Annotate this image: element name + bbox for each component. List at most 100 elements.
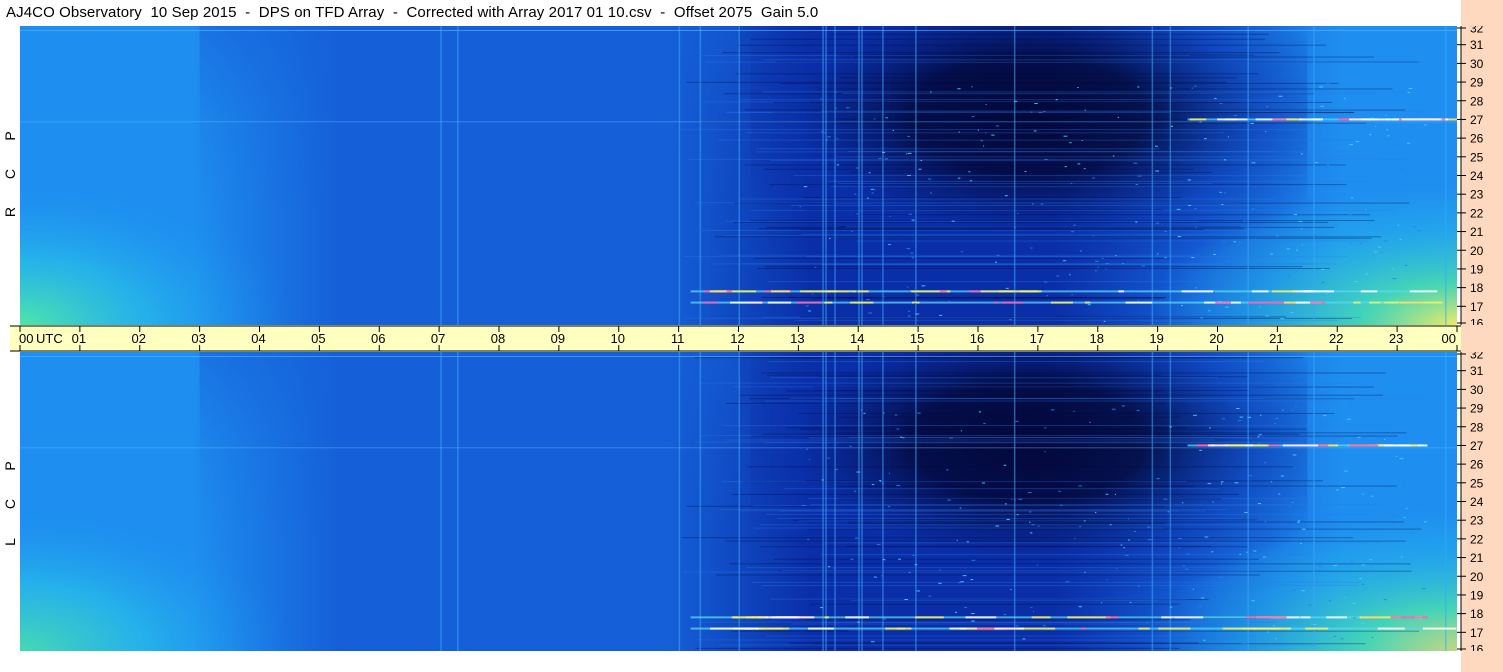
- lcp-speckle: [1236, 408, 1240, 410]
- utc-tick-label: 20: [1209, 331, 1223, 346]
- rcp-speckle: [835, 107, 838, 109]
- lcp-speckle: [1010, 589, 1012, 591]
- lcp-band-speck: [1390, 616, 1428, 619]
- rcp-speckle: [883, 296, 885, 298]
- rcp-speckle: [907, 152, 912, 154]
- bottom-strip: [0, 651, 1461, 672]
- lcp-speckle: [1036, 564, 1039, 566]
- rcp-mhz-tick-label: 22: [1470, 206, 1484, 220]
- rcp-speckle: [868, 312, 873, 314]
- rcp-speckle: [1219, 103, 1223, 105]
- lcp-speckle: [1003, 614, 1007, 616]
- rcp-speckle: [1122, 263, 1124, 265]
- rcp-speckle: [1381, 251, 1384, 253]
- lcp-mhz-tick-label: 24: [1470, 495, 1484, 509]
- rcp-speckle: [888, 244, 891, 246]
- rcp-speckle: [866, 197, 869, 199]
- rcp-speckle: [1034, 102, 1038, 104]
- lcp-interference-line: [699, 352, 702, 651]
- lcp-speckle: [1127, 518, 1129, 520]
- rcp-speckle: [1321, 268, 1325, 270]
- rcp-speckle: [907, 315, 911, 317]
- lcp-band-speck: [733, 627, 759, 630]
- lcp-speckle: [1347, 418, 1351, 420]
- rcp-speckle: [906, 286, 909, 288]
- lcp-speckle: [1297, 520, 1300, 522]
- lcp-speckle: [1328, 425, 1330, 427]
- lcp-upper-shade: [199, 352, 739, 539]
- rcp-speckle: [1195, 287, 1197, 289]
- rcp-interference-line: [738, 26, 740, 325]
- rcp-speckle: [1191, 257, 1195, 259]
- lcp-speckle: [1084, 571, 1086, 573]
- lcp-speckle: [1105, 493, 1109, 495]
- lcp-speckle: [1399, 458, 1404, 460]
- lcp-speckle: [1182, 565, 1185, 567]
- lcp-speckle: [1301, 528, 1306, 530]
- rcp-band-speck: [1401, 118, 1442, 121]
- lcp-speckle: [1297, 521, 1300, 523]
- rcp-speckle: [1290, 312, 1294, 314]
- rcp-speckle: [1359, 242, 1362, 244]
- rcp-speckle: [1117, 116, 1120, 118]
- lcp-stripe: [20, 447, 1457, 449]
- lcp-speckle: [1246, 551, 1248, 553]
- lcp-speckle: [1350, 490, 1354, 492]
- utc-tick-label: 12: [730, 331, 744, 346]
- rcp-speckle: [1217, 295, 1220, 297]
- rcp-speckle: [968, 171, 971, 173]
- lcp-speckle: [1134, 530, 1136, 532]
- rcp-mhz-tick-label: 29: [1470, 76, 1484, 90]
- rcp-band-speck: [993, 301, 999, 304]
- rcp-speckle: [1187, 179, 1191, 181]
- lcp-speckle: [854, 537, 859, 539]
- chart-title: AJ4CO Observatory 10 Sep 2015 - DPS on T…: [6, 4, 819, 21]
- rcp-speckle: [1155, 170, 1159, 172]
- lcp-speckle: [870, 641, 875, 643]
- rcp-speckle: [799, 206, 801, 208]
- rcp-speckle: [980, 140, 984, 142]
- lcp-mhz-tick-label: 17: [1470, 626, 1484, 640]
- rcp-band-speck: [1217, 118, 1248, 121]
- rcp-speckle: [1044, 158, 1048, 160]
- rcp-band-speck: [1118, 290, 1124, 293]
- rcp-speckle: [1374, 251, 1378, 253]
- rcp-mhz-tick-label: 16: [1470, 317, 1484, 326]
- lcp-band-speck: [949, 627, 966, 630]
- lcp-speckle: [1331, 489, 1334, 491]
- lcp-speckle: [1275, 417, 1279, 419]
- rcp-speckle: [1298, 220, 1303, 222]
- lcp-mhz-tick-label: 30: [1470, 383, 1484, 397]
- rcp-speckle: [1077, 86, 1079, 88]
- lcp-speckle: [808, 458, 811, 460]
- rcp-interference-line: [699, 26, 702, 325]
- lcp-speckle: [1262, 556, 1267, 558]
- lcp-speckle: [1178, 547, 1181, 549]
- lcp-speckle: [1123, 547, 1126, 549]
- rcp-spectrogram-svg: [20, 26, 1457, 325]
- rcp-speckle: [1213, 254, 1217, 256]
- lcp-band-speck: [885, 627, 906, 630]
- lcp-speckle: [1212, 501, 1214, 503]
- lcp-mhz-axis: 32 31 30 29 28 27 26 25 24 23 22 21 20 19 18 17 16: [1457, 352, 1503, 651]
- lcp-speckle: [1341, 487, 1346, 489]
- rcp-speckle: [1316, 207, 1320, 209]
- lcp-speckle: [1172, 617, 1175, 619]
- rcp-speckle: [1216, 308, 1220, 310]
- rcp-upper-shade: [199, 26, 739, 213]
- rcp-speckle: [1413, 226, 1417, 228]
- rcp-band-speck: [1310, 301, 1326, 304]
- lcp-polarization-label: P C L: [0, 458, 20, 572]
- utc-unit-label: UTC: [36, 331, 63, 346]
- rcp-band-speck: [795, 301, 822, 304]
- rcp-speckle: [1028, 291, 1031, 293]
- lcp-speckle: [1264, 521, 1267, 523]
- utc-tick-label: 04: [251, 331, 265, 346]
- rcp-speckle: [1326, 164, 1330, 166]
- rcp-band-speck: [1248, 301, 1287, 304]
- lcp-spectrogram: [20, 352, 1457, 651]
- rcp-speckle: [1181, 305, 1183, 307]
- rcp-interference-line: [915, 26, 917, 325]
- rcp-band-speck: [1312, 118, 1323, 121]
- rcp-speckle: [957, 177, 961, 179]
